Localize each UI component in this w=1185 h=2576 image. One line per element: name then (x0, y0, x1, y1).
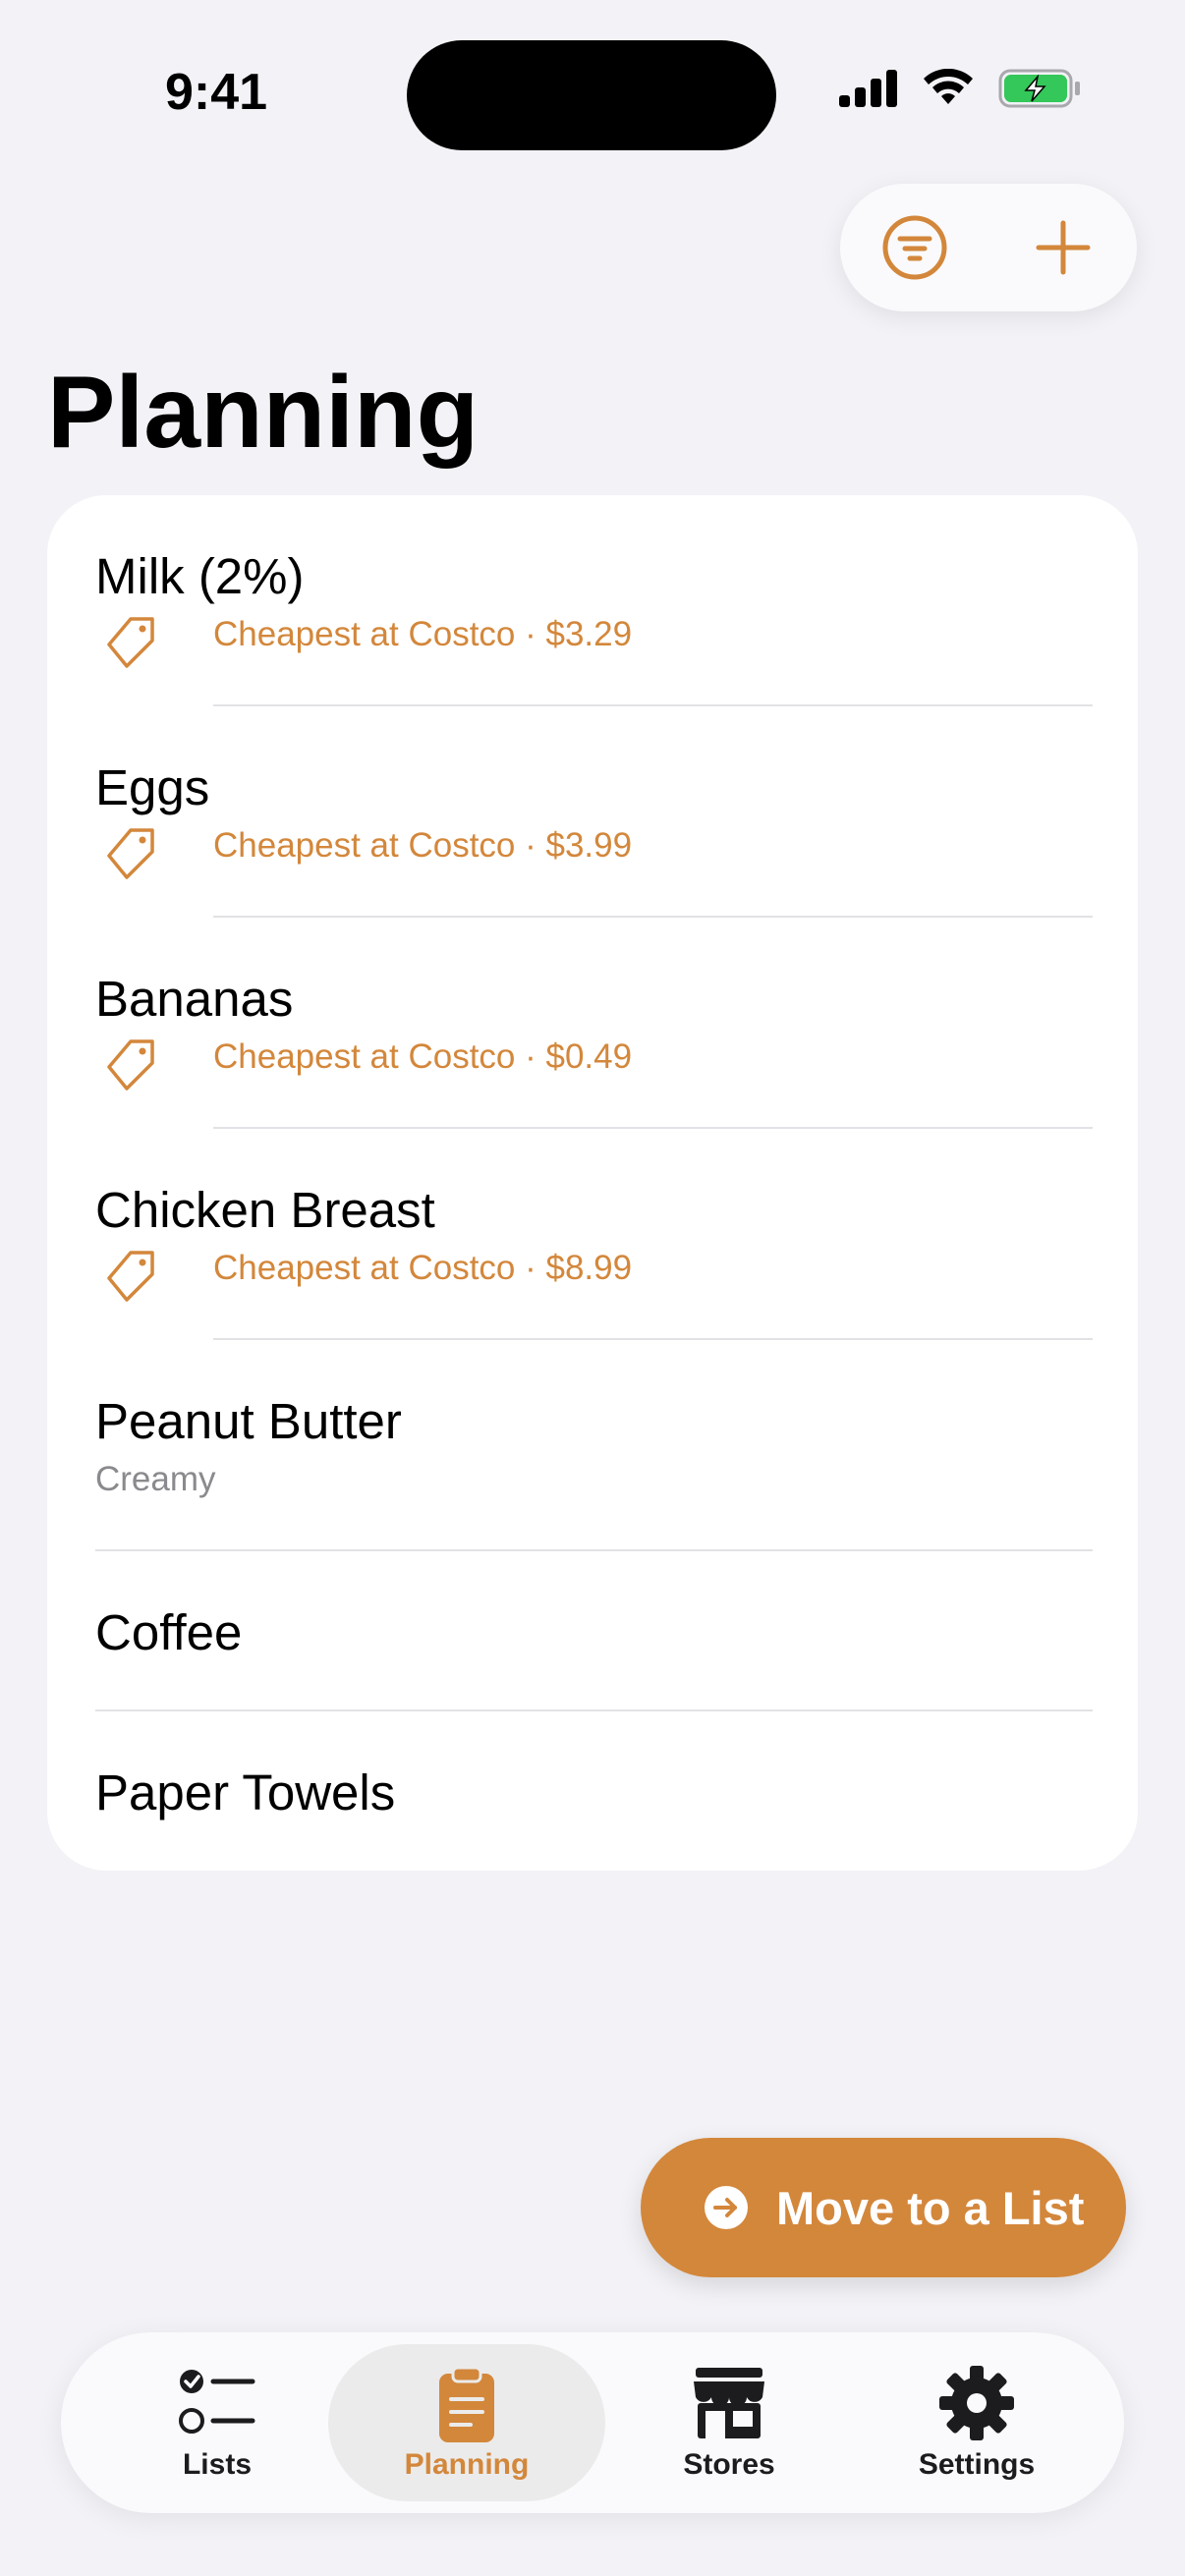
arrow-right-circle-icon (705, 2186, 748, 2229)
item-subtitle: Cheapest at Costco · $3.99 (213, 826, 633, 865)
page-title: Planning (47, 356, 480, 470)
tab-settings[interactable]: Settings (853, 2332, 1100, 2513)
item-subtitle: Cheapest at Costco · $3.29 (213, 615, 633, 653)
plus-icon (1036, 220, 1090, 275)
cellular-signal-icon (839, 70, 897, 107)
item-name: Peanut Butter (95, 1393, 402, 1449)
status-icons (839, 69, 1081, 108)
list-item[interactable]: Eggs Cheapest at Costco · $3.99 (47, 706, 1138, 918)
wifi-icon (924, 69, 973, 104)
gear-icon (939, 2366, 1014, 2440)
item-subtitle: Creamy (95, 1460, 216, 1498)
list-item[interactable]: Coffee (47, 1551, 1138, 1711)
add-button[interactable] (988, 184, 1137, 311)
list-item[interactable]: Peanut Butter Creamy (47, 1340, 1138, 1551)
toolbar-pill (840, 184, 1137, 311)
tab-stores[interactable]: Stores (605, 2332, 853, 2513)
item-subtitle: Cheapest at Costco · $8.99 (213, 1249, 633, 1287)
checklist-icon (179, 2370, 255, 2434)
tab-label: Settings (918, 2448, 1036, 2481)
tab-planning[interactable]: Planning (328, 2332, 605, 2513)
tab-label: Lists (182, 2448, 253, 2481)
tab-label: Planning (404, 2448, 530, 2481)
item-name: Paper Towels (95, 1764, 396, 1820)
list-item[interactable]: Chicken Breast Cheapest at Costco · $8.9… (47, 1129, 1138, 1340)
status-time: 9:41 (165, 64, 268, 121)
move-to-list-button[interactable]: Move to a List (641, 2138, 1126, 2277)
price-tag-icon (107, 828, 154, 879)
storefront-icon (694, 2368, 764, 2438)
item-name: Bananas (95, 971, 294, 1027)
battery-charging-icon (998, 69, 1080, 108)
price-tag-icon (107, 617, 154, 668)
tab-bar: Lists Planning Stores Settings (61, 2332, 1124, 2513)
price-tag-icon (107, 1039, 154, 1091)
planning-list: Milk (2%) Cheapest at Costco · $3.29 Egg… (47, 495, 1138, 1871)
clipboard-icon (439, 2366, 494, 2442)
item-subtitle: Cheapest at Costco · $0.49 (213, 1037, 633, 1076)
tab-lists[interactable]: Lists (104, 2332, 330, 2513)
price-tag-icon (107, 1251, 154, 1302)
list-item[interactable]: Bananas Cheapest at Costco · $0.49 (47, 918, 1138, 1129)
filter-button[interactable] (840, 184, 988, 311)
list-item[interactable]: Milk (2%) Cheapest at Costco · $3.29 (47, 495, 1138, 706)
tab-label: Stores (683, 2448, 775, 2481)
dynamic-island (407, 40, 776, 150)
item-name: Milk (2%) (95, 548, 305, 604)
item-name: Coffee (95, 1604, 243, 1660)
filter-icon (882, 215, 946, 280)
item-name: Eggs (95, 759, 210, 815)
list-item[interactable]: Paper Towels (47, 1711, 1138, 1871)
item-name: Chicken Breast (95, 1182, 435, 1238)
move-to-list-label: Move to a List (776, 2182, 1085, 2234)
